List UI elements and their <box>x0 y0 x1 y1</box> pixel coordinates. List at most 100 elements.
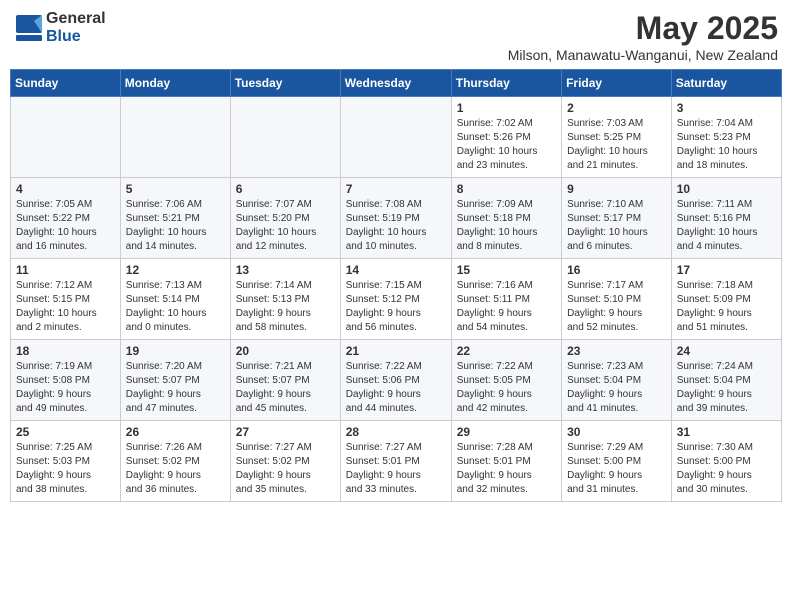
calendar-cell: 1 Sunrise: 7:02 AM Sunset: 5:26 PM Daylig… <box>451 97 561 178</box>
day-info: Sunrise: 7:22 AM Sunset: 5:05 PM Dayligh… <box>457 360 556 416</box>
day-info: Sunrise: 7:20 AM Sunset: 5:07 PM Dayligh… <box>126 360 225 416</box>
day-number: 31 <box>677 425 776 439</box>
day-number: 1 <box>457 101 556 115</box>
calendar-cell: 7 Sunrise: 7:08 AM Sunset: 5:19 PM Daylig… <box>340 178 451 259</box>
day-number: 7 <box>346 182 446 196</box>
column-header-tuesday: Tuesday <box>230 70 340 97</box>
day-info: Sunrise: 7:17 AM Sunset: 5:10 PM Dayligh… <box>567 279 666 335</box>
day-number: 13 <box>236 263 335 277</box>
day-number: 8 <box>457 182 556 196</box>
calendar-week-row: 4 Sunrise: 7:05 AM Sunset: 5:22 PM Daylig… <box>11 178 782 259</box>
calendar-cell <box>11 97 121 178</box>
day-info: Sunrise: 7:26 AM Sunset: 5:02 PM Dayligh… <box>126 441 225 497</box>
calendar-cell: 13 Sunrise: 7:14 AM Sunset: 5:13 PM Dayli… <box>230 259 340 340</box>
day-info: Sunrise: 7:23 AM Sunset: 5:04 PM Dayligh… <box>567 360 666 416</box>
calendar-table: SundayMondayTuesdayWednesdayThursdayFrid… <box>10 69 782 502</box>
location: Milson, Manawatu-Wanganui, New Zealand <box>508 47 778 63</box>
calendar-cell: 29 Sunrise: 7:28 AM Sunset: 5:01 PM Dayli… <box>451 421 561 502</box>
calendar-cell: 27 Sunrise: 7:27 AM Sunset: 5:02 PM Dayli… <box>230 421 340 502</box>
day-number: 28 <box>346 425 446 439</box>
day-number: 2 <box>567 101 666 115</box>
calendar-cell: 19 Sunrise: 7:20 AM Sunset: 5:07 PM Dayli… <box>120 340 230 421</box>
day-info: Sunrise: 7:29 AM Sunset: 5:00 PM Dayligh… <box>567 441 666 497</box>
day-info: Sunrise: 7:06 AM Sunset: 5:21 PM Dayligh… <box>126 198 225 254</box>
calendar-header-row: SundayMondayTuesdayWednesdayThursdayFrid… <box>11 70 782 97</box>
day-info: Sunrise: 7:11 AM Sunset: 5:16 PM Dayligh… <box>677 198 776 254</box>
day-info: Sunrise: 7:15 AM Sunset: 5:12 PM Dayligh… <box>346 279 446 335</box>
calendar-cell <box>340 97 451 178</box>
month-title: May 2025 <box>508 10 778 47</box>
calendar-cell: 9 Sunrise: 7:10 AM Sunset: 5:17 PM Daylig… <box>562 178 672 259</box>
calendar-cell: 8 Sunrise: 7:09 AM Sunset: 5:18 PM Daylig… <box>451 178 561 259</box>
day-number: 16 <box>567 263 666 277</box>
calendar-week-row: 25Sunrise: 7:25 AM Sunset: 5:03 PM Dayli… <box>11 421 782 502</box>
day-info: Sunrise: 7:04 AM Sunset: 5:23 PM Dayligh… <box>677 117 776 173</box>
day-number: 15 <box>457 263 556 277</box>
calendar-cell <box>120 97 230 178</box>
calendar-cell: 22 Sunrise: 7:22 AM Sunset: 5:05 PM Dayli… <box>451 340 561 421</box>
calendar-cell: 5 Sunrise: 7:06 AM Sunset: 5:21 PM Daylig… <box>120 178 230 259</box>
day-number: 20 <box>236 344 335 358</box>
day-info: Sunrise: 7:12 AM Sunset: 5:15 PM Dayligh… <box>16 279 115 335</box>
calendar-cell: 4 Sunrise: 7:05 AM Sunset: 5:22 PM Daylig… <box>11 178 121 259</box>
calendar-cell: 31Sunrise: 7:30 AM Sunset: 5:00 PM Dayli… <box>671 421 781 502</box>
calendar-cell: 18 Sunrise: 7:19 AM Sunset: 5:08 PM Dayli… <box>11 340 121 421</box>
day-number: 5 <box>126 182 225 196</box>
logo: General Blue <box>14 10 106 45</box>
day-info: Sunrise: 7:22 AM Sunset: 5:06 PM Dayligh… <box>346 360 446 416</box>
day-info: Sunrise: 7:10 AM Sunset: 5:17 PM Dayligh… <box>567 198 666 254</box>
column-header-sunday: Sunday <box>11 70 121 97</box>
logo-icon <box>14 13 44 43</box>
day-info: Sunrise: 7:24 AM Sunset: 5:04 PM Dayligh… <box>677 360 776 416</box>
calendar-week-row: 18 Sunrise: 7:19 AM Sunset: 5:08 PM Dayli… <box>11 340 782 421</box>
day-info: Sunrise: 7:13 AM Sunset: 5:14 PM Dayligh… <box>126 279 225 335</box>
day-number: 21 <box>346 344 446 358</box>
day-info: Sunrise: 7:08 AM Sunset: 5:19 PM Dayligh… <box>346 198 446 254</box>
day-number: 19 <box>126 344 225 358</box>
column-header-friday: Friday <box>562 70 672 97</box>
calendar-cell: 21 Sunrise: 7:22 AM Sunset: 5:06 PM Dayli… <box>340 340 451 421</box>
day-info: Sunrise: 7:27 AM Sunset: 5:02 PM Dayligh… <box>236 441 335 497</box>
column-header-wednesday: Wednesday <box>340 70 451 97</box>
day-number: 14 <box>346 263 446 277</box>
day-info: Sunrise: 7:05 AM Sunset: 5:22 PM Dayligh… <box>16 198 115 254</box>
calendar-cell <box>230 97 340 178</box>
day-info: Sunrise: 7:25 AM Sunset: 5:03 PM Dayligh… <box>16 441 115 497</box>
day-info: Sunrise: 7:16 AM Sunset: 5:11 PM Dayligh… <box>457 279 556 335</box>
calendar-cell: 15 Sunrise: 7:16 AM Sunset: 5:11 PM Dayli… <box>451 259 561 340</box>
day-info: Sunrise: 7:28 AM Sunset: 5:01 PM Dayligh… <box>457 441 556 497</box>
column-header-monday: Monday <box>120 70 230 97</box>
calendar-cell: 17 Sunrise: 7:18 AM Sunset: 5:09 PM Dayli… <box>671 259 781 340</box>
calendar-cell: 10Sunrise: 7:11 AM Sunset: 5:16 PM Dayli… <box>671 178 781 259</box>
calendar-cell: 20Sunrise: 7:21 AM Sunset: 5:07 PM Dayli… <box>230 340 340 421</box>
day-info: Sunrise: 7:14 AM Sunset: 5:13 PM Dayligh… <box>236 279 335 335</box>
day-number: 12 <box>126 263 225 277</box>
header: General Blue May 2025 Milson, Manawatu-W… <box>10 10 782 63</box>
column-header-thursday: Thursday <box>451 70 561 97</box>
day-number: 29 <box>457 425 556 439</box>
day-number: 18 <box>16 344 115 358</box>
day-info: Sunrise: 7:03 AM Sunset: 5:25 PM Dayligh… <box>567 117 666 173</box>
calendar-week-row: 1 Sunrise: 7:02 AM Sunset: 5:26 PM Daylig… <box>11 97 782 178</box>
day-info: Sunrise: 7:27 AM Sunset: 5:01 PM Dayligh… <box>346 441 446 497</box>
calendar-cell: 3Sunrise: 7:04 AM Sunset: 5:23 PM Daylig… <box>671 97 781 178</box>
day-info: Sunrise: 7:02 AM Sunset: 5:26 PM Dayligh… <box>457 117 556 173</box>
day-info: Sunrise: 7:07 AM Sunset: 5:20 PM Dayligh… <box>236 198 335 254</box>
day-number: 4 <box>16 182 115 196</box>
title-section: May 2025 Milson, Manawatu-Wanganui, New … <box>508 10 778 63</box>
calendar-cell: 16 Sunrise: 7:17 AM Sunset: 5:10 PM Dayli… <box>562 259 672 340</box>
day-number: 17 <box>677 263 776 277</box>
day-info: Sunrise: 7:09 AM Sunset: 5:18 PM Dayligh… <box>457 198 556 254</box>
day-number: 27 <box>236 425 335 439</box>
column-header-saturday: Saturday <box>671 70 781 97</box>
logo-general: General <box>46 10 106 28</box>
calendar-cell: 11Sunrise: 7:12 AM Sunset: 5:15 PM Dayli… <box>11 259 121 340</box>
calendar-cell: 24Sunrise: 7:24 AM Sunset: 5:04 PM Dayli… <box>671 340 781 421</box>
day-info: Sunrise: 7:18 AM Sunset: 5:09 PM Dayligh… <box>677 279 776 335</box>
logo-blue: Blue <box>46 28 106 46</box>
day-info: Sunrise: 7:19 AM Sunset: 5:08 PM Dayligh… <box>16 360 115 416</box>
day-number: 22 <box>457 344 556 358</box>
calendar-cell: 23Sunrise: 7:23 AM Sunset: 5:04 PM Dayli… <box>562 340 672 421</box>
calendar-cell: 26Sunrise: 7:26 AM Sunset: 5:02 PM Dayli… <box>120 421 230 502</box>
day-number: 9 <box>567 182 666 196</box>
